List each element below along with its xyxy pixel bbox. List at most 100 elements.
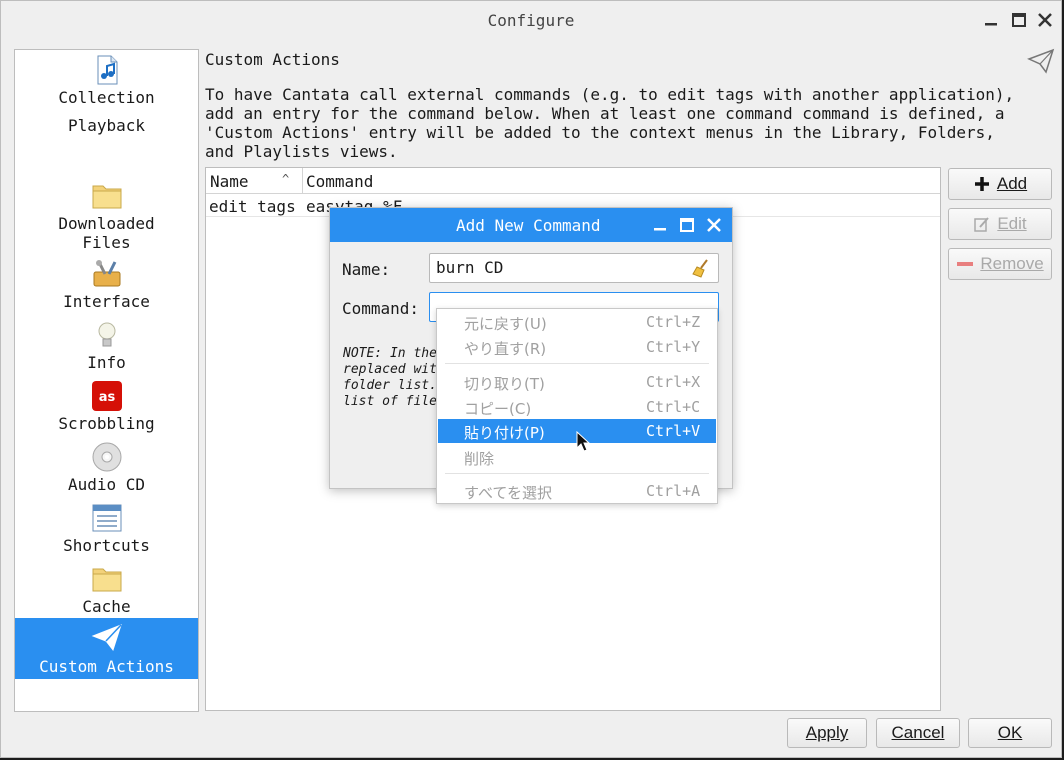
plus-icon	[974, 177, 989, 191]
mouse-cursor-icon	[576, 431, 591, 452]
menu-item-shortcut: Ctrl+C	[646, 398, 701, 416]
sidebar-item-label: Custom Actions	[39, 657, 174, 676]
note-line: NOTE: In the	[343, 346, 437, 361]
page-description: To have Cantata call external commands (…	[205, 85, 1045, 161]
column-header-name[interactable]: Name	[210, 172, 249, 191]
apply-button-label: Apply	[805, 723, 849, 742]
note-line: replaced wit	[343, 362, 437, 377]
menu-item-label: 元に戻す(U)	[464, 315, 547, 333]
dialog-titlebar[interactable]: Add New Command	[330, 208, 732, 242]
sidebar-item-label: Shortcuts	[63, 536, 150, 555]
dialog-note: NOTE: In the replaced wit folder list. l…	[343, 346, 443, 410]
remove-button[interactable]: Remove	[948, 248, 1052, 280]
close-icon	[707, 218, 721, 232]
cd-icon	[92, 442, 122, 472]
cell-name: edit tags	[209, 197, 296, 216]
table-header: Name ^ Command	[206, 168, 940, 194]
svg-text:as: as	[99, 390, 116, 405]
maximize-button[interactable]	[1008, 9, 1030, 31]
description-line: and Playlists views.	[205, 142, 398, 161]
name-label: Name:	[342, 260, 391, 279]
cancel-button[interactable]: Cancel	[876, 718, 960, 748]
ok-button[interactable]: OK	[968, 718, 1052, 748]
column-divider	[302, 168, 303, 194]
tools-icon	[93, 260, 121, 287]
edit-context-menu: 元に戻す(U) Ctrl+Z やり直す(R) Ctrl+Y 切り取り(T) Ct…	[436, 308, 718, 504]
apply-button[interactable]: Apply	[787, 718, 867, 748]
minimize-icon	[654, 228, 666, 231]
sidebar-item-scrobbling[interactable]: as Scrobbling	[15, 378, 198, 436]
lastfm-icon: as	[92, 381, 122, 411]
sidebar-item-label: Info	[87, 353, 126, 372]
window-title: Configure	[487, 11, 575, 30]
music-file-icon	[97, 55, 118, 85]
sidebar-item-shortcuts[interactable]: Shortcuts	[15, 500, 198, 558]
sidebar-item-playback[interactable]: Playback	[15, 112, 198, 146]
configure-window: Configure Collection Playback Downloaded…	[0, 0, 1062, 758]
menu-item-shortcut: Ctrl+V	[646, 422, 701, 440]
menu-separator	[445, 363, 709, 364]
menu-item-label: 貼り付け(P)	[464, 424, 545, 442]
menu-item-redo[interactable]: やり直す(R) Ctrl+Y	[438, 335, 716, 359]
dialog-maximize-button[interactable]	[677, 215, 697, 235]
menu-item-label: すべてを選択	[464, 484, 553, 502]
menu-item-shortcut: Ctrl+A	[646, 482, 701, 500]
maximize-icon	[680, 218, 694, 232]
menu-item-undo[interactable]: 元に戻す(U) Ctrl+Z	[438, 310, 716, 334]
dialog-minimize-button[interactable]	[650, 215, 670, 235]
note-line: list of file	[343, 394, 437, 409]
sort-ascending-icon: ^	[282, 172, 290, 186]
name-input[interactable]: burn CD	[429, 253, 719, 283]
close-icon	[1038, 13, 1052, 27]
sidebar-item-label: Downloaded Files	[58, 214, 155, 252]
menu-item-shortcut: Ctrl+X	[646, 373, 701, 391]
page-title: Custom Actions	[205, 50, 340, 69]
edit-icon	[974, 217, 990, 232]
maximize-icon	[1012, 13, 1026, 27]
edit-button-label: Edit	[997, 214, 1027, 233]
dialog-close-button[interactable]	[704, 215, 724, 235]
menu-item-shortcut: Ctrl+Z	[646, 313, 701, 331]
settings-sidebar: Collection Playback Downloaded Files Int…	[14, 49, 199, 712]
command-label: Command:	[342, 299, 420, 318]
sidebar-item-custom-actions[interactable]: Custom Actions	[15, 618, 198, 679]
close-button[interactable]	[1034, 9, 1056, 31]
paper-plane-icon	[91, 624, 122, 652]
shortcuts-icon	[92, 504, 122, 532]
add-button-label: Add	[996, 174, 1028, 193]
sidebar-item-cache[interactable]: Cache	[15, 561, 198, 619]
menu-item-cut[interactable]: 切り取り(T) Ctrl+X	[438, 370, 716, 394]
remove-button-label: Remove	[980, 254, 1044, 273]
minimize-icon	[985, 23, 997, 26]
folder-icon	[92, 568, 122, 592]
menu-item-label: 切り取り(T)	[464, 375, 545, 393]
paper-plane-icon	[1027, 48, 1055, 74]
sidebar-item-info[interactable]: Info	[15, 317, 198, 375]
minimize-button[interactable]	[980, 9, 1002, 31]
edit-button[interactable]: Edit	[948, 208, 1052, 240]
minus-icon	[957, 262, 974, 266]
sidebar-item-label: Scrobbling	[58, 414, 155, 433]
menu-item-shortcut: Ctrl+Y	[646, 338, 701, 356]
menu-item-select-all[interactable]: すべてを選択 Ctrl+A	[438, 479, 716, 503]
note-line: folder list.	[343, 378, 437, 393]
dialog-title: Add New Command	[456, 216, 601, 235]
menu-separator	[445, 473, 709, 474]
folder-icon	[92, 185, 122, 209]
menu-item-label: コピー(C)	[464, 400, 532, 418]
window-titlebar[interactable]: Configure	[1, 1, 1061, 41]
sidebar-item-collection[interactable]: Collection	[15, 50, 198, 107]
column-header-command[interactable]: Command	[306, 172, 373, 191]
sidebar-item-interface[interactable]: Interface	[15, 256, 198, 314]
sidebar-item-audio-cd[interactable]: Audio CD	[15, 439, 198, 497]
sidebar-item-label: Audio CD	[67, 475, 146, 494]
menu-item-label: 削除	[464, 450, 495, 468]
name-input-value: burn CD	[436, 258, 504, 277]
description-line: 'Custom Actions' entry will be added to …	[205, 123, 995, 142]
clear-broom-icon[interactable]	[692, 258, 712, 278]
ok-button-label: OK	[997, 723, 1023, 742]
sidebar-item-downloaded-files[interactable]: Downloaded Files	[15, 176, 198, 252]
sidebar-item-label: Collection	[58, 88, 155, 107]
menu-item-copy[interactable]: コピー(C) Ctrl+C	[438, 395, 716, 419]
add-button[interactable]: Add	[948, 168, 1052, 200]
